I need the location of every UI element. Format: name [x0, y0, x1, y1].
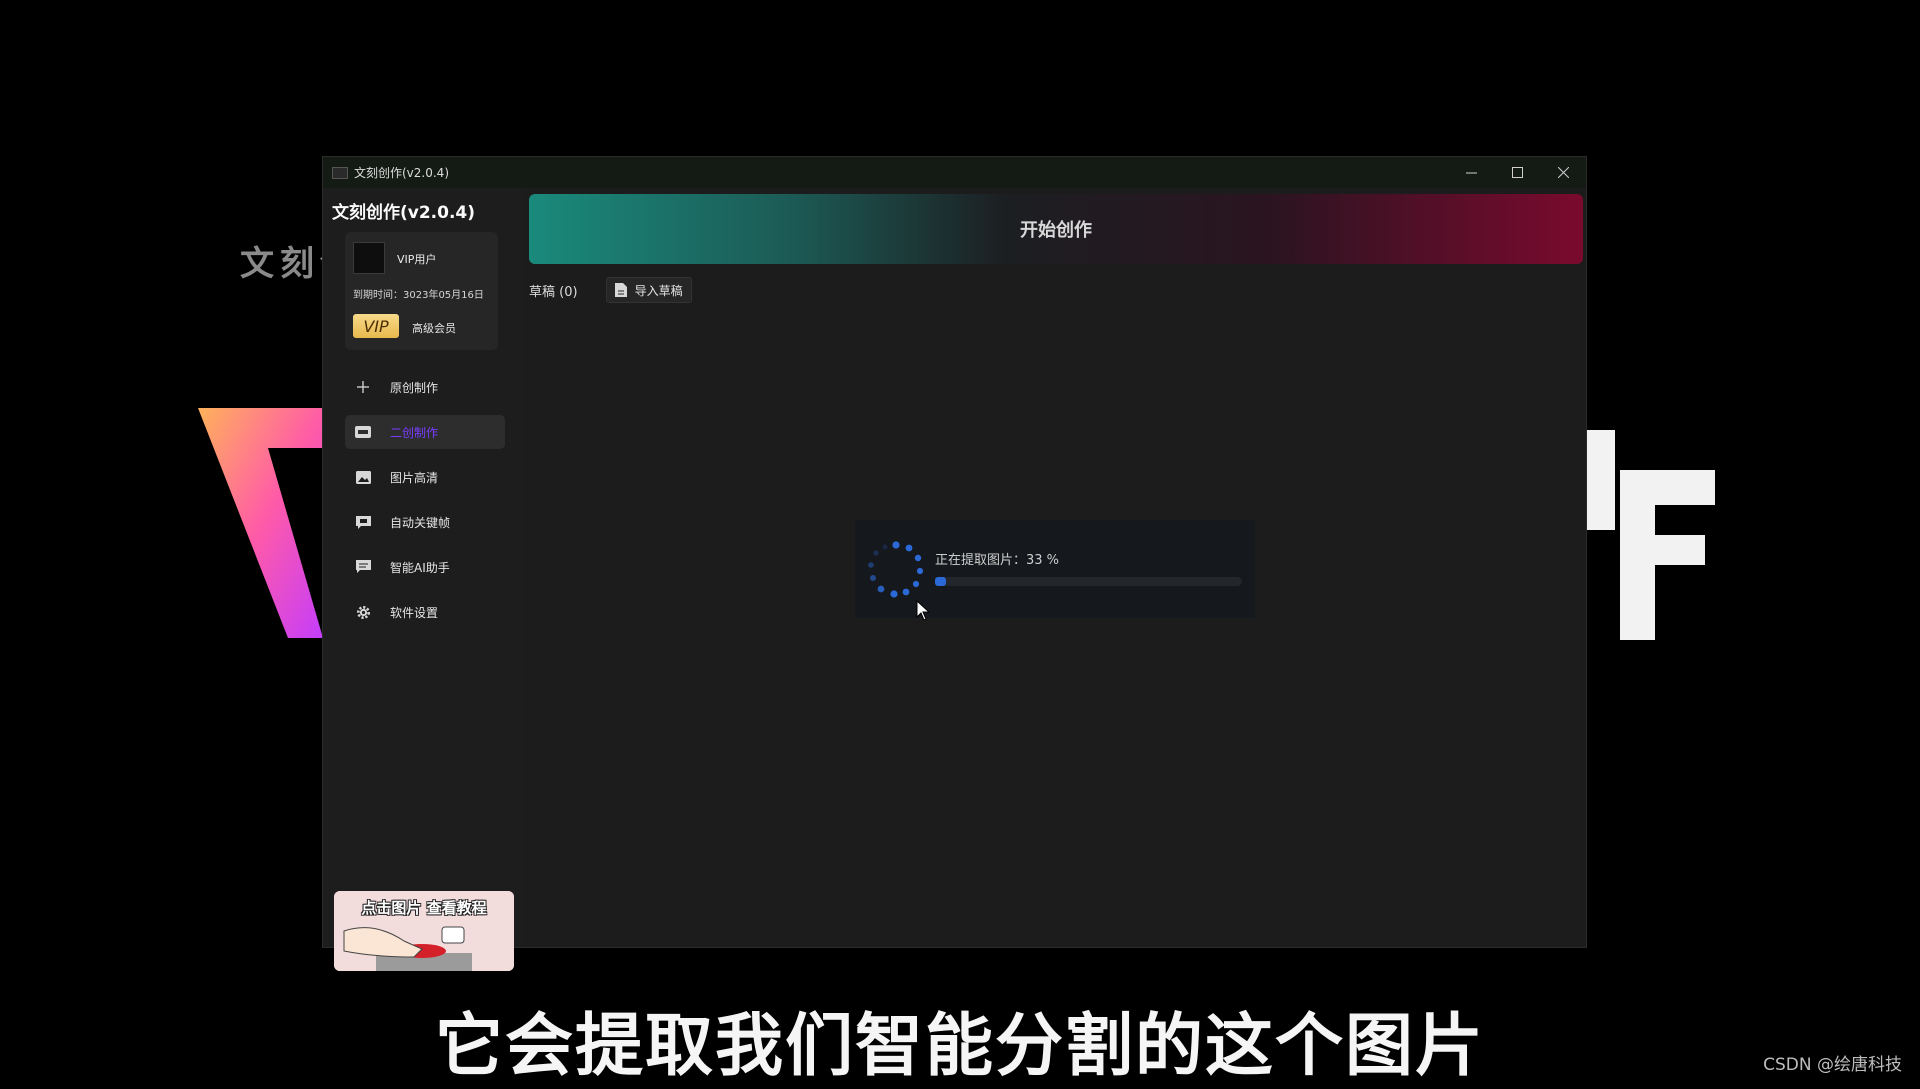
expire-date: 到期时间：3023年05月16日 [353, 290, 484, 301]
progress-label: 正在提取图片：33 % [935, 553, 1060, 568]
background-logo-shape [198, 408, 328, 638]
video-icon [355, 424, 371, 440]
user-name: VIP用户 [397, 253, 437, 266]
sidebar-item-label: 自动关键帧 [390, 515, 451, 530]
sidebar-item-label: 二创制作 [390, 425, 439, 440]
vip-badge: VIP [353, 314, 399, 338]
maximize-button[interactable] [1494, 157, 1540, 188]
draft-toolbar: 草稿 (0) 导入草稿 [529, 277, 692, 303]
window-title: 文刻创作(v2.0.4) [354, 166, 449, 180]
minimize-icon [1465, 172, 1477, 174]
sidebar-item-keyframe[interactable]: 自动关键帧 [345, 505, 505, 539]
user-card: VIP用户 到期时间：3023年05月16日 VIP 高级会员 [345, 232, 498, 350]
progress-dialog: 正在提取图片：33 % [855, 520, 1255, 618]
sidebar-item-label: 图片高清 [390, 470, 439, 485]
avatar[interactable] [353, 242, 385, 274]
mouse-cursor-icon [916, 600, 930, 621]
video-subtitle: 它会提取我们智能分割的这个图片 [434, 1007, 1485, 1086]
credit-watermark: CSDN @绘唐科技 [1763, 1055, 1902, 1075]
loading-spinner-icon [868, 541, 924, 598]
import-draft-button[interactable]: 导入草稿 [605, 277, 692, 303]
start-create-label: 开始创作 [1020, 220, 1092, 241]
member-level: 高级会员 [412, 322, 456, 335]
sidebar-item-label: 原创制作 [390, 380, 439, 395]
background-character-shape [1585, 430, 1715, 640]
sidebar-nav: 原创制作 二创制作 图片高清 自动关键帧 智能AI助手 软件设置 [345, 370, 505, 640]
gear-icon [355, 604, 371, 620]
chat-icon [355, 559, 371, 575]
sidebar-item-settings[interactable]: 软件设置 [345, 595, 505, 629]
import-draft-label: 导入草稿 [634, 283, 683, 298]
progress-fill [935, 577, 946, 586]
plus-icon [355, 379, 371, 395]
sidebar-item-original[interactable]: 原创制作 [345, 370, 505, 404]
drafts-count: 草稿 (0) [529, 284, 578, 300]
sidebar-item-label: 软件设置 [390, 605, 439, 620]
maximize-icon [1511, 167, 1523, 178]
progress-bar [935, 577, 1242, 586]
minimize-button[interactable] [1448, 157, 1494, 188]
title-bar[interactable]: 文刻创作(v2.0.4) [323, 157, 1586, 188]
sidebar-item-ai-assistant[interactable]: 智能AI助手 [345, 550, 505, 584]
file-icon [614, 283, 627, 297]
sidebar-title: 文刻创作(v2.0.4) [332, 203, 476, 223]
sidebar: 文刻创作(v2.0.4) VIP用户 到期时间：3023年05月16日 VIP … [323, 188, 523, 971]
start-create-button[interactable]: 开始创作 [529, 194, 1583, 264]
keyframe-icon [355, 514, 371, 530]
sidebar-item-secondary[interactable]: 二创制作 [345, 415, 505, 449]
close-icon [1557, 167, 1569, 178]
app-window: 文刻创作(v2.0.4) 文刻创作(v2.0.4) VIP用户 到期时间：302… [323, 157, 1586, 971]
tutorial-image[interactable]: 点击图片 查看教程 [334, 891, 514, 971]
close-button[interactable] [1540, 157, 1586, 188]
app-icon [332, 166, 348, 179]
tutorial-caption: 点击图片 查看教程 [361, 899, 487, 917]
image-icon [355, 469, 371, 485]
sidebar-item-image-hd[interactable]: 图片高清 [345, 460, 505, 494]
sidebar-item-label: 智能AI助手 [390, 560, 450, 575]
